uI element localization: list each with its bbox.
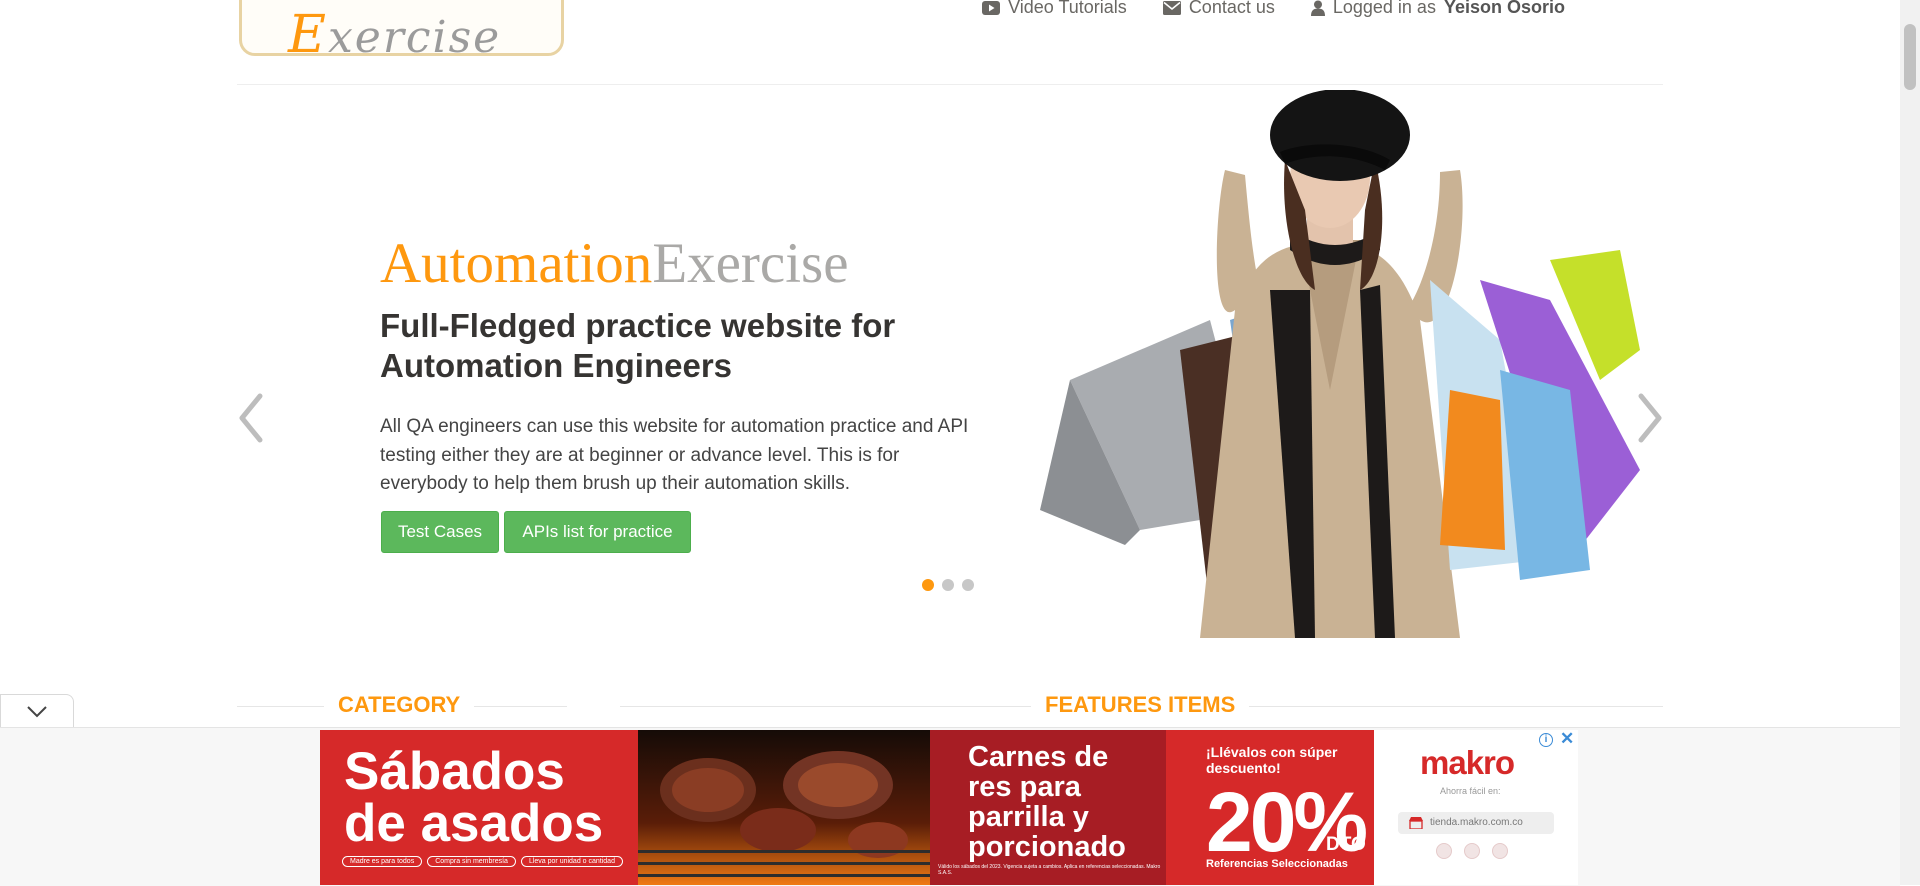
logged-in-username: Yeison Osorio xyxy=(1443,0,1565,17)
envelope-icon xyxy=(1162,0,1181,15)
category-heading: CATEGORY xyxy=(324,691,475,719)
chevron-down-icon xyxy=(27,706,47,718)
nav-contact-us-label: Contact us xyxy=(1188,0,1275,17)
ad-grill-image xyxy=(638,730,930,885)
ad-pill: Lleva por unidad o cantidad xyxy=(520,856,623,867)
page-scrollbar[interactable] xyxy=(1900,0,1920,885)
slider-indicator-1[interactable] xyxy=(922,579,934,591)
store-icon xyxy=(1409,817,1423,829)
ad-pill: Madre es para todos xyxy=(342,856,423,867)
logged-in-prefix: Logged in as xyxy=(1332,0,1436,17)
scrollbar-thumb[interactable] xyxy=(1904,24,1916,90)
ad-asados-title: Sábados de asados xyxy=(344,742,604,853)
slider-prev-arrow-icon[interactable] xyxy=(234,392,268,444)
ad-panel-brand: makro Ahorra fácil en: tienda.makro.com.… xyxy=(1374,730,1578,885)
ad-discount-dto: DTO xyxy=(1326,834,1366,855)
model-shopping-bags-image xyxy=(1040,90,1640,638)
slider-brand-title: AutomationExercise xyxy=(380,232,849,295)
ad-collapse-toggle[interactable] xyxy=(0,694,74,727)
nav-contact-us[interactable]: Contact us xyxy=(1162,0,1275,18)
ad-url-box: tienda.makro.com.co xyxy=(1398,812,1554,834)
ad-pills: Madre es para todos Compra sin membresía… xyxy=(342,856,623,867)
ad-category-icons xyxy=(1436,843,1508,859)
ad-tagline: Ahorra fácil en: xyxy=(1440,786,1501,796)
ad-close-icon[interactable]: ✕ xyxy=(1560,729,1574,749)
ad-panel-discount: ¡Llévalos con súper descuento! 20% DTO R… xyxy=(1166,730,1374,885)
ad-discount-headline: ¡Llévalos con súper descuento! xyxy=(1206,744,1338,776)
top-nav: Video Tutorials Contact us Logged in as … xyxy=(982,0,1565,18)
ad-legal-text: Válido los sábados del 2023. Vigencia su… xyxy=(938,864,1161,876)
features-items-heading: FEATURES ITEMS xyxy=(1031,691,1250,719)
drink-icon xyxy=(1492,843,1508,859)
ad-carnes-title: Carnes de res para parrilla y porcionado xyxy=(968,741,1126,863)
nav-video-tutorials[interactable]: Video Tutorials xyxy=(982,0,1127,18)
user-icon xyxy=(1310,0,1325,16)
ad-panel-carnes: Carnes de res para parrilla y porcionado… xyxy=(930,730,1166,885)
ad-pill: Compra sin membresía xyxy=(427,856,516,867)
ad-url-text: tienda.makro.com.co xyxy=(1430,817,1523,828)
header-divider xyxy=(237,84,1663,85)
slider-indicator-3[interactable] xyxy=(962,579,974,591)
grill-meat-image xyxy=(638,730,930,885)
makro-ad[interactable]: Sábados de asados Madre es para todos Co… xyxy=(320,730,1578,885)
logo-text: Exercise xyxy=(288,5,502,56)
food-icon xyxy=(1436,843,1452,859)
ad-panel-asados: Sábados de asados Madre es para todos Co… xyxy=(320,730,638,885)
ad-discount-references: Referencias Seleccionadas xyxy=(1206,858,1348,870)
ad-info-icon[interactable]: i xyxy=(1539,733,1553,747)
test-cases-button[interactable]: Test Cases xyxy=(381,511,499,553)
makro-logo: makro xyxy=(1420,744,1515,781)
nav-video-tutorials-label: Video Tutorials xyxy=(1008,0,1127,17)
nav-logged-in-user[interactable]: Logged in as Yeison Osorio xyxy=(1310,0,1565,18)
slider-description: All QA engineers can use this website fo… xyxy=(380,416,969,494)
slider-indicator-2[interactable] xyxy=(942,579,954,591)
grill-icon xyxy=(1464,843,1480,859)
youtube-play-icon xyxy=(982,0,1001,15)
apis-list-button[interactable]: APIs list for practice xyxy=(504,511,691,553)
slider-subtitle: Full-Fledged practice website for Automa… xyxy=(380,307,896,384)
site-logo[interactable]: Exercise xyxy=(239,0,564,56)
slider-next-arrow-icon[interactable] xyxy=(1633,392,1667,444)
slider-indicators xyxy=(922,579,974,591)
